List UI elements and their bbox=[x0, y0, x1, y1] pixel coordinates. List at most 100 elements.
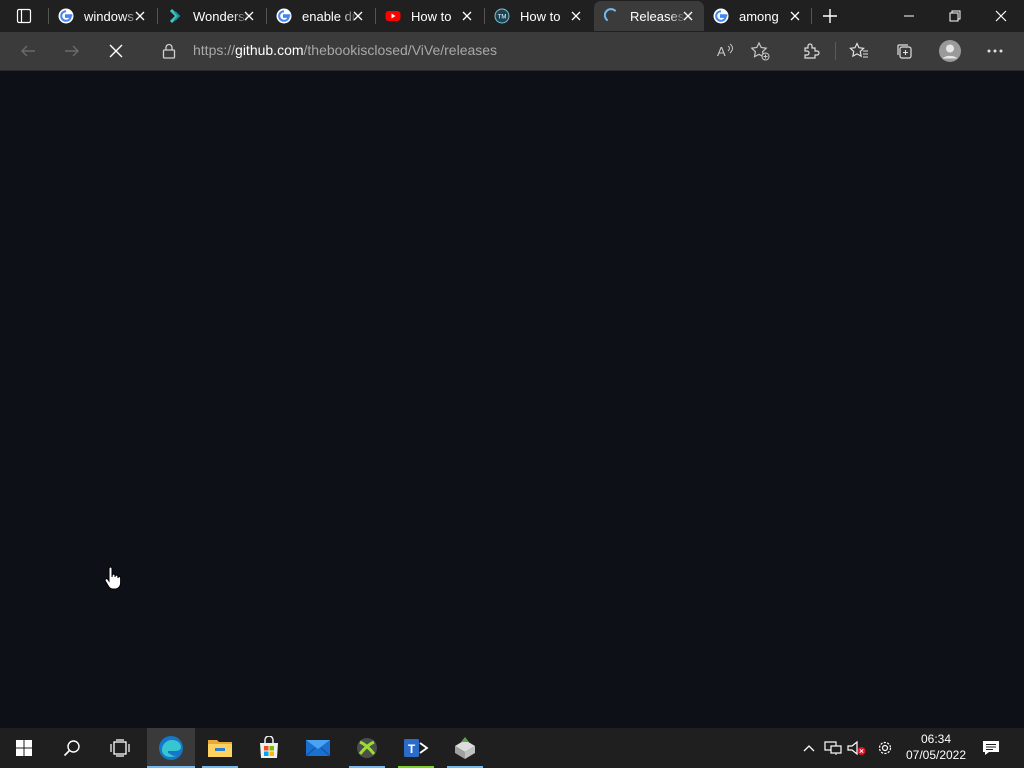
restore-button[interactable] bbox=[932, 0, 978, 32]
tab-actions-icon bbox=[16, 8, 32, 24]
tab-enable[interactable]: enable drag and drop taskbar bbox=[266, 1, 374, 31]
tab-title: Releases bbox=[630, 8, 685, 24]
settings-tray-button[interactable] bbox=[874, 728, 896, 768]
restore-icon bbox=[949, 10, 961, 22]
tab-among[interactable]: among bbox=[703, 1, 811, 31]
add-favorite-icon bbox=[750, 41, 770, 61]
stop-icon bbox=[109, 44, 123, 58]
taskbar-mail[interactable] bbox=[294, 728, 342, 768]
tab-releases[interactable]: Releases bbox=[594, 1, 704, 31]
svg-text:T: T bbox=[408, 742, 416, 756]
minimize-icon bbox=[904, 15, 914, 17]
tm-icon: TM bbox=[494, 8, 510, 24]
read-aloud-button[interactable]: A bbox=[710, 36, 740, 66]
close-tab-icon[interactable] bbox=[350, 8, 366, 24]
lock-icon[interactable] bbox=[162, 43, 176, 64]
tab-actions-button[interactable] bbox=[8, 4, 40, 28]
extensions-button[interactable] bbox=[796, 36, 826, 66]
app-icon bbox=[455, 737, 475, 759]
url-prefix: https:// bbox=[193, 42, 236, 58]
google-icon bbox=[276, 8, 292, 24]
favorites-button[interactable] bbox=[844, 36, 874, 66]
taskbar-microsoft-store[interactable] bbox=[245, 728, 293, 768]
close-tab-icon[interactable] bbox=[787, 8, 803, 24]
minimize-button[interactable] bbox=[886, 0, 932, 32]
browser-toolbar: https://github.com/thebookisclosed/ViVe/… bbox=[0, 32, 1024, 70]
hand-cursor-icon bbox=[104, 566, 122, 595]
show-hidden-icons-button[interactable] bbox=[798, 728, 820, 768]
taskbar-teams[interactable]: T bbox=[392, 728, 440, 768]
windows-logo-icon bbox=[16, 740, 32, 756]
tab-youtube[interactable]: How to bbox=[375, 1, 483, 31]
start-button[interactable] bbox=[0, 728, 48, 768]
tab-windows[interactable]: windows 11 drag and drop taskbar bbox=[48, 1, 156, 31]
tab-wondershare[interactable]: Wondershare bbox=[157, 1, 265, 31]
browser-titlebar: windows 11 drag and drop taskbar Wonders… bbox=[0, 0, 1024, 32]
loading-spinner-icon bbox=[604, 8, 620, 24]
volume-button[interactable] bbox=[846, 728, 868, 768]
network-button[interactable] bbox=[822, 728, 844, 768]
close-tab-icon[interactable] bbox=[459, 8, 475, 24]
google-icon bbox=[713, 8, 729, 24]
taskbar-clock[interactable]: 06:34 07/05/2022 bbox=[902, 731, 970, 765]
stop-loading-button[interactable] bbox=[101, 36, 131, 66]
network-icon bbox=[824, 741, 842, 755]
add-favorite-button[interactable] bbox=[745, 36, 775, 66]
xbox-icon bbox=[357, 738, 377, 758]
favorites-icon bbox=[849, 42, 868, 58]
url-path: /thebookisclosed/ViVe/releases bbox=[303, 42, 498, 58]
microsoft-store-icon bbox=[260, 736, 278, 758]
taskbar-edge[interactable] bbox=[147, 728, 195, 768]
youtube-icon bbox=[385, 8, 401, 24]
mail-icon bbox=[305, 740, 331, 757]
close-tab-icon[interactable] bbox=[680, 8, 696, 24]
back-button[interactable] bbox=[13, 36, 43, 66]
taskbar-app[interactable] bbox=[441, 728, 489, 768]
settings-menu-button[interactable] bbox=[980, 36, 1010, 66]
gear-icon bbox=[878, 741, 892, 755]
search-button[interactable] bbox=[48, 728, 96, 768]
taskbar-xbox[interactable] bbox=[343, 728, 391, 768]
page-content[interactable] bbox=[0, 71, 1024, 728]
chevron-up-icon bbox=[803, 745, 815, 752]
more-icon bbox=[987, 49, 1003, 53]
windows-taskbar: T 06:34 07/05/2022 bbox=[0, 728, 1024, 768]
collections-icon bbox=[897, 44, 912, 59]
avatar-icon bbox=[939, 40, 961, 62]
edge-icon bbox=[159, 736, 183, 760]
file-explorer-icon bbox=[208, 740, 232, 757]
search-icon bbox=[63, 740, 80, 757]
task-view-icon bbox=[110, 739, 130, 757]
teams-icon: T bbox=[404, 739, 429, 757]
close-icon bbox=[995, 10, 1007, 22]
close-tab-icon[interactable] bbox=[241, 8, 257, 24]
url-text: https://github.com/thebookisclosed/ViVe/… bbox=[193, 42, 497, 58]
svg-text:A: A bbox=[717, 44, 726, 59]
clock-time: 06:34 bbox=[920, 732, 952, 746]
task-view-button[interactable] bbox=[96, 728, 144, 768]
action-center-button[interactable] bbox=[978, 728, 1004, 768]
read-aloud-icon: A bbox=[717, 43, 733, 59]
plus-icon bbox=[823, 9, 837, 23]
close-tab-icon[interactable] bbox=[132, 8, 148, 24]
forward-arrow-icon bbox=[65, 45, 79, 57]
close-tab-icon[interactable] bbox=[568, 8, 584, 24]
google-icon bbox=[58, 8, 74, 24]
close-window-button[interactable] bbox=[978, 0, 1024, 32]
tab-howto-tm[interactable]: TM How to bbox=[484, 1, 592, 31]
profile-button[interactable] bbox=[934, 36, 966, 66]
back-arrow-icon bbox=[21, 45, 35, 57]
wondershare-icon bbox=[167, 8, 183, 24]
extensions-icon bbox=[804, 43, 820, 59]
volume-muted-icon bbox=[847, 740, 866, 756]
url-domain: github.com bbox=[235, 42, 304, 58]
svg-text:TM: TM bbox=[498, 15, 507, 21]
taskbar-file-explorer[interactable] bbox=[196, 728, 244, 768]
forward-button[interactable] bbox=[57, 36, 87, 66]
address-bar[interactable]: https://github.com/thebookisclosed/ViVe/… bbox=[146, 36, 702, 66]
notifications-icon bbox=[983, 741, 999, 755]
new-tab-button[interactable] bbox=[818, 4, 842, 28]
clock-date: 07/05/2022 bbox=[905, 748, 967, 762]
collections-button[interactable] bbox=[889, 36, 919, 66]
toolbar-divider bbox=[835, 42, 836, 60]
